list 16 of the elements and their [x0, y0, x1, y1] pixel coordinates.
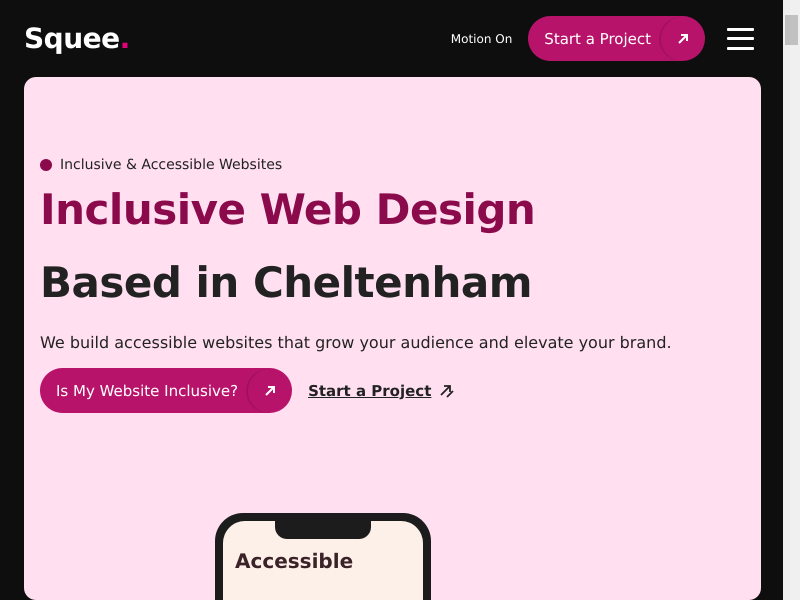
menu-icon[interactable] — [727, 28, 754, 50]
start-project-button[interactable]: Start a Project — [528, 16, 705, 61]
motion-toggle[interactable]: Motion On — [450, 32, 512, 46]
inclusive-check-button[interactable]: Is My Website Inclusive? — [40, 368, 292, 413]
bullet-icon — [40, 159, 52, 171]
scrollbar[interactable] — [783, 0, 800, 600]
start-project-link[interactable]: Start a Project — [308, 382, 456, 400]
arrow-icon — [677, 32, 689, 44]
arrow-icon — [264, 384, 276, 396]
hero-tag: Inclusive & Accessible Websites — [60, 157, 282, 173]
hero-title: Inclusive Web Design — [40, 184, 536, 236]
arrow-icon — [439, 382, 456, 398]
hero-title: Based in Cheltenham — [40, 257, 534, 309]
phone-screen-title: Accessible — [235, 549, 354, 573]
hero-lead: We build accessible websites that grow your audience and elevate your brand. — [40, 333, 673, 352]
logo[interactable]: Squee. — [24, 22, 130, 55]
